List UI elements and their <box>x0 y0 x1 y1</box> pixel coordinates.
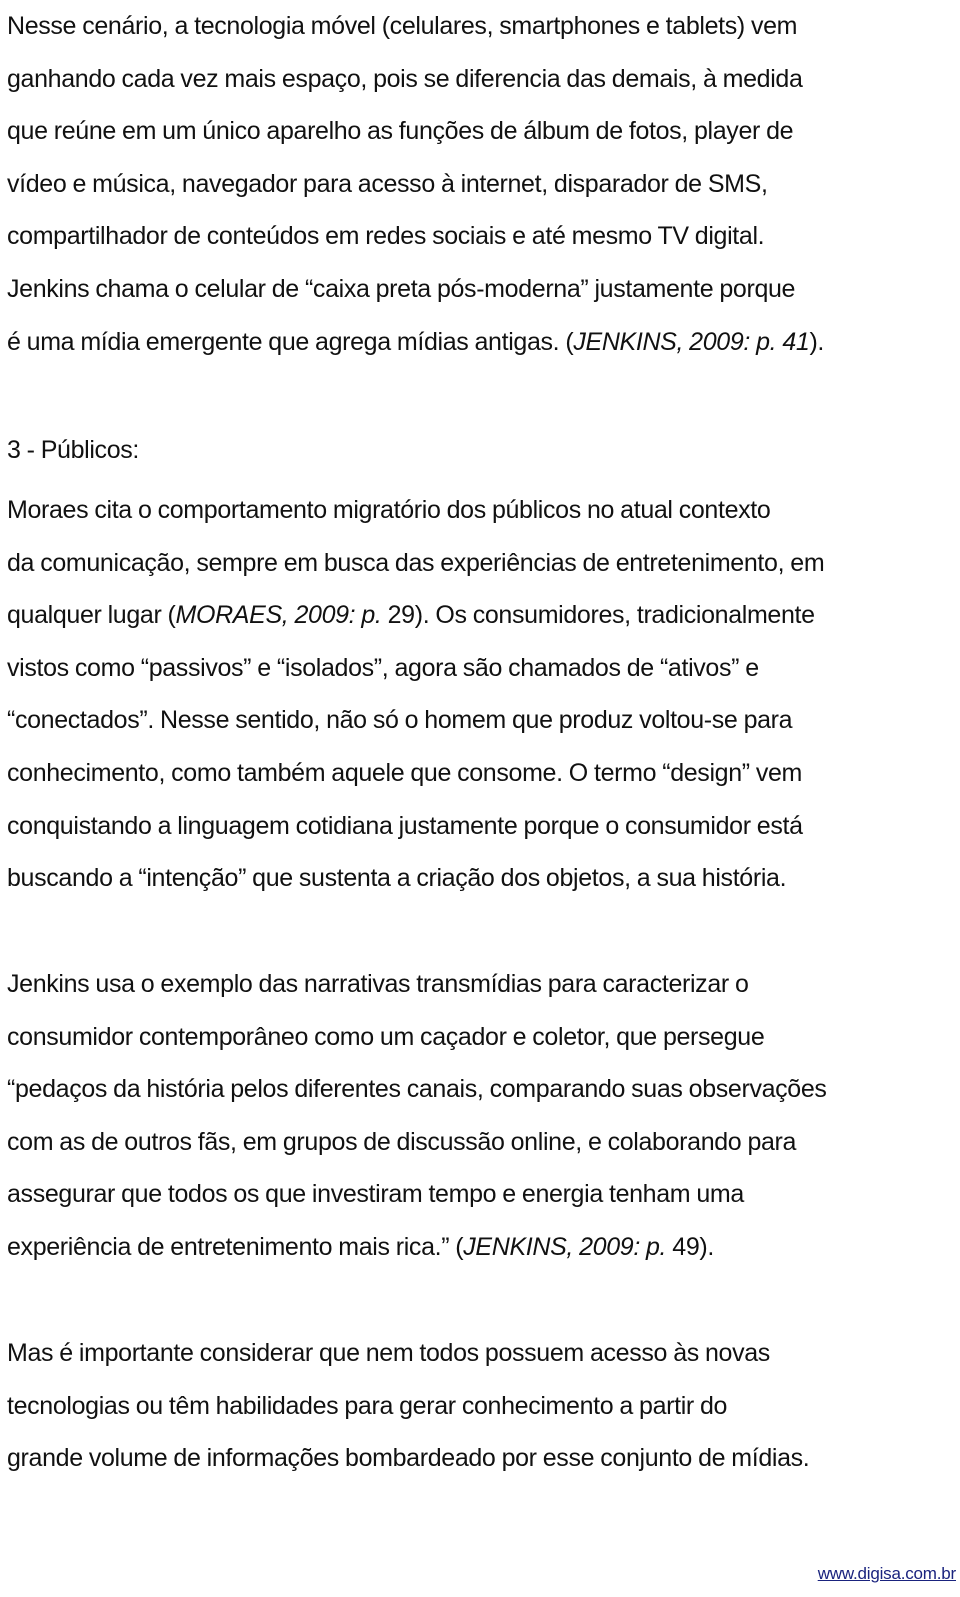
text-fragment: experiência de entretenimento mais rica.… <box>7 1232 464 1261</box>
paragraph-access: Mas é importante considerar que nem todo… <box>7 1327 810 1485</box>
text-line: consumidor contemporâneo como um caçador… <box>7 1022 765 1051</box>
text-line: Moraes cita o comportamento migratório d… <box>7 496 771 524</box>
text-line: Nesse cenário, a tecnologia móvel (celul… <box>7 12 798 40</box>
footer-website-link[interactable]: www.digisa.com.br <box>818 1564 957 1584</box>
text-line: vistos como “passivos” e “isolados”, ago… <box>7 653 759 682</box>
text-line: “pedaços da história pelos diferentes ca… <box>7 1075 827 1104</box>
text-line: tecnologias ou têm habilidades para gera… <box>7 1391 728 1420</box>
text-line: Jenkins chama o celular de “caixa preta … <box>7 274 796 303</box>
text-line: vídeo e música, navegador para acesso à … <box>7 169 768 198</box>
text-line: “conectados”. Nesse sentido, não só o ho… <box>7 706 793 735</box>
text-fragment: ). <box>809 327 825 356</box>
text-line: conquistando a linguagem cotidiana justa… <box>7 811 803 840</box>
text-line: Mas é importante considerar que nem todo… <box>7 1339 770 1367</box>
citation: MORAES, 2009: p. <box>175 601 382 630</box>
text-fragment: é uma mídia emergente que agrega mídias … <box>7 327 574 356</box>
text-line: grande volume de informações bombardeado… <box>7 1444 810 1473</box>
section-heading: 3 - Públicos: <box>7 436 140 464</box>
text-fragment: qualquer lugar ( <box>7 601 176 630</box>
text-line: conhecimento, como também aquele que con… <box>7 758 803 787</box>
text-line: com as de outros fãs, em grupos de discu… <box>7 1127 797 1156</box>
text-line: ganhando cada vez mais espaço, pois se d… <box>7 64 803 93</box>
paragraph-publics: Moraes cita o comportamento migratório d… <box>7 484 825 905</box>
text-line: experiência de entretenimento mais rica.… <box>7 1221 827 1274</box>
text-line: da comunicação, sempre em busca das expe… <box>7 548 825 577</box>
text-line: Jenkins usa o exemplo das narrativas tra… <box>7 970 749 998</box>
text-line: é uma mídia emergente que agrega mídias … <box>7 316 824 369</box>
text-line: buscando a “intenção” que sustenta a cri… <box>7 864 787 893</box>
paragraph-mobile-technology: Nesse cenário, a tecnologia móvel (celul… <box>7 0 824 368</box>
text-fragment: 29). Os consumidores, tradicionalmente <box>381 601 815 630</box>
citation: JENKINS, 2009: p. <box>463 1232 667 1261</box>
citation: JENKINS, 2009: p. 41 <box>573 327 810 356</box>
text-line: compartilhador de conteúdos em redes soc… <box>7 222 765 251</box>
text-fragment: 49). <box>666 1232 714 1261</box>
text-line: que reúne em um único aparelho as funçõe… <box>7 117 794 146</box>
paragraph-transmedia: Jenkins usa o exemplo das narrativas tra… <box>7 958 827 1274</box>
text-line: assegurar que todos os que investiram te… <box>7 1180 744 1209</box>
text-line: qualquer lugar (MORAES, 2009: p. 29). Os… <box>7 589 824 642</box>
